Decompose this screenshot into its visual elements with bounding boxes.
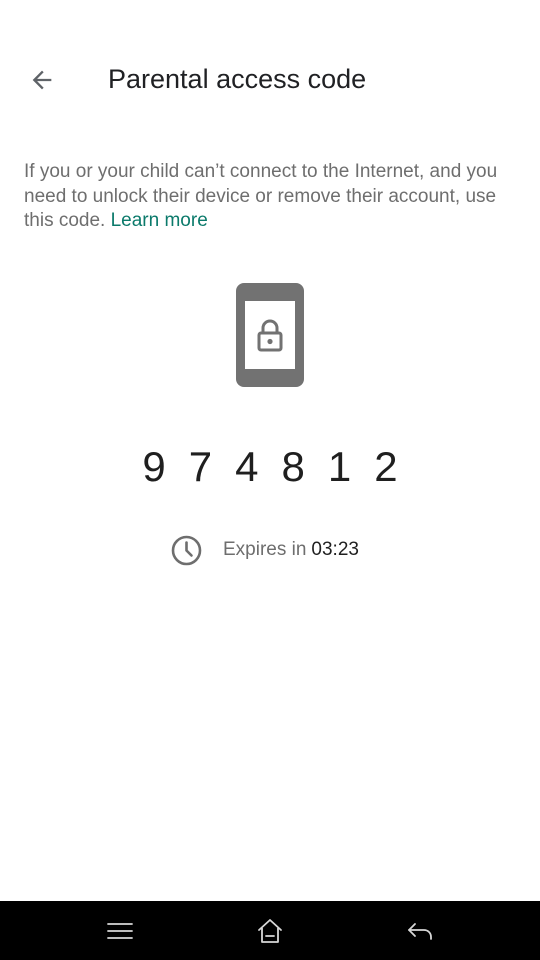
- nav-menu-button[interactable]: [98, 909, 142, 953]
- nav-home-button[interactable]: [248, 909, 292, 953]
- learn-more-link[interactable]: Learn more: [111, 210, 208, 231]
- system-nav-bar: [0, 901, 540, 960]
- clock-icon: [171, 535, 202, 565]
- expiry-time: 03:23: [311, 539, 359, 560]
- home-icon: [258, 919, 282, 943]
- page-title: Parental access code: [108, 64, 367, 94]
- nav-back-button[interactable]: [398, 909, 442, 953]
- description-text: If you or your child can’t connect to th…: [24, 161, 498, 231]
- description: If you or your child can’t connect to th…: [24, 160, 519, 234]
- app-bar: Parental access code: [0, 0, 540, 160]
- back-icon: [408, 923, 432, 940]
- arrow-back-icon: [32, 70, 52, 90]
- expiry-row: Expires in 03:23: [170, 533, 359, 567]
- back-button[interactable]: [22, 60, 62, 100]
- expiry-label: Expires in: [223, 539, 307, 560]
- menu-icon: [107, 923, 133, 939]
- locked-phone-icon: [236, 283, 304, 387]
- access-code: 974812: [142, 443, 421, 490]
